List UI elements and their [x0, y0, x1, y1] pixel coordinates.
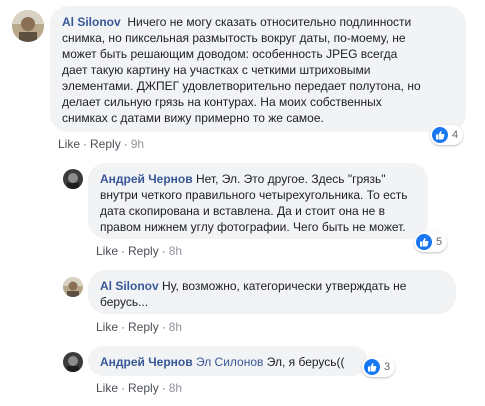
reaction-count[interactable]: 4 [430, 125, 464, 145]
comment-text-line: Ну, возможно, категорически утверждать н… [162, 279, 407, 293]
comment-text-line: правом нижнем углу фотографии. Чего быть… [100, 220, 406, 234]
comment-text-line: внутри четкого правильного четырехугольн… [100, 188, 408, 202]
separator: · [161, 320, 166, 334]
avatar-al-silonov[interactable] [63, 277, 83, 297]
reply-link[interactable]: Reply [128, 320, 159, 334]
reply-link[interactable]: Reply [90, 137, 121, 151]
timestamp[interactable]: 8h [169, 244, 182, 258]
reaction-count-value: 4 [452, 129, 459, 141]
like-link[interactable]: Like [96, 244, 118, 258]
like-link[interactable]: Like [58, 137, 80, 151]
thumbs-up-icon [364, 359, 380, 375]
comment-author[interactable]: Al Silonov [100, 279, 159, 293]
comment-text-line: берусь... [100, 295, 149, 309]
reply-link[interactable]: Reply [128, 244, 159, 258]
reply-link[interactable]: Reply [128, 381, 159, 395]
comment-author[interactable]: Андрей Чернов [100, 355, 193, 369]
reaction-count[interactable]: 3 [362, 357, 396, 377]
comment-text-line: снимках с датами вижу примерно то же сам… [62, 111, 324, 125]
thumbs-up-icon [432, 127, 448, 143]
mention-link[interactable]: Эл Силонов [196, 355, 263, 369]
timestamp[interactable]: 8h [169, 320, 182, 334]
comment-author[interactable]: Андрей Чернов [100, 172, 193, 186]
comment-bubble: Андрей Чернов Нет, Эл. Это другое. Здесь… [88, 163, 428, 239]
comment-bubble: Андрей Чернов Эл Силонов Эл, я берусь(( [88, 346, 368, 376]
comment-actions: Like · Reply · 8h [96, 320, 182, 334]
like-link[interactable]: Like [96, 381, 118, 395]
separator: · [121, 244, 126, 258]
comment-actions: Like · Reply · 9h [58, 137, 144, 151]
reaction-count[interactable]: 5 [414, 232, 448, 252]
thumbs-up-icon [416, 234, 432, 250]
comment-text-line: Ничего не могу сказать относительно подл… [127, 15, 412, 29]
separator: · [121, 320, 126, 334]
comment-actions: Like · Reply · 8h [96, 381, 182, 395]
avatar-al-silonov[interactable] [12, 10, 44, 42]
separator: · [83, 137, 88, 151]
separator: · [161, 381, 166, 395]
comment-text-line: снимка, но пиксельная размытость вокруг … [62, 31, 406, 45]
comment-text-line: может быть решающим доводом: особенность… [62, 47, 398, 61]
separator: · [123, 137, 128, 151]
avatar-andrey-chernov[interactable] [63, 352, 83, 372]
avatar-andrey-chernov[interactable] [63, 169, 83, 189]
comment-text-line: дает такую картину на участках с четкими… [62, 63, 371, 77]
reaction-count-value: 5 [436, 236, 443, 248]
like-link[interactable]: Like [96, 320, 118, 334]
comment-text-line: делает сильную грязь на контурах. На мои… [62, 95, 382, 109]
comment-bubble: Al Silonov Ну, возможно, категорически у… [88, 270, 456, 314]
reaction-count-value: 3 [384, 361, 391, 373]
comment-text-line: Эл, я берусь(( [266, 355, 345, 369]
comment-author[interactable]: Al Silonov [62, 15, 121, 29]
timestamp[interactable]: 9h [131, 137, 144, 151]
timestamp[interactable]: 8h [169, 381, 182, 395]
comment-text-line: Нет, Эл. Это другое. Здесь "грязь" [195, 172, 386, 186]
separator: · [121, 381, 126, 395]
comment-text-line: дата скопирована и вставлена. Да и стоит… [100, 204, 386, 218]
comment-text-line: элементами. ДЖПЕГ удовлетворительно пере… [62, 79, 421, 93]
separator: · [161, 244, 166, 258]
comment-actions: Like · Reply · 8h [96, 244, 182, 258]
comment-bubble: Al Silonov Ничего не могу сказать относи… [50, 6, 466, 132]
